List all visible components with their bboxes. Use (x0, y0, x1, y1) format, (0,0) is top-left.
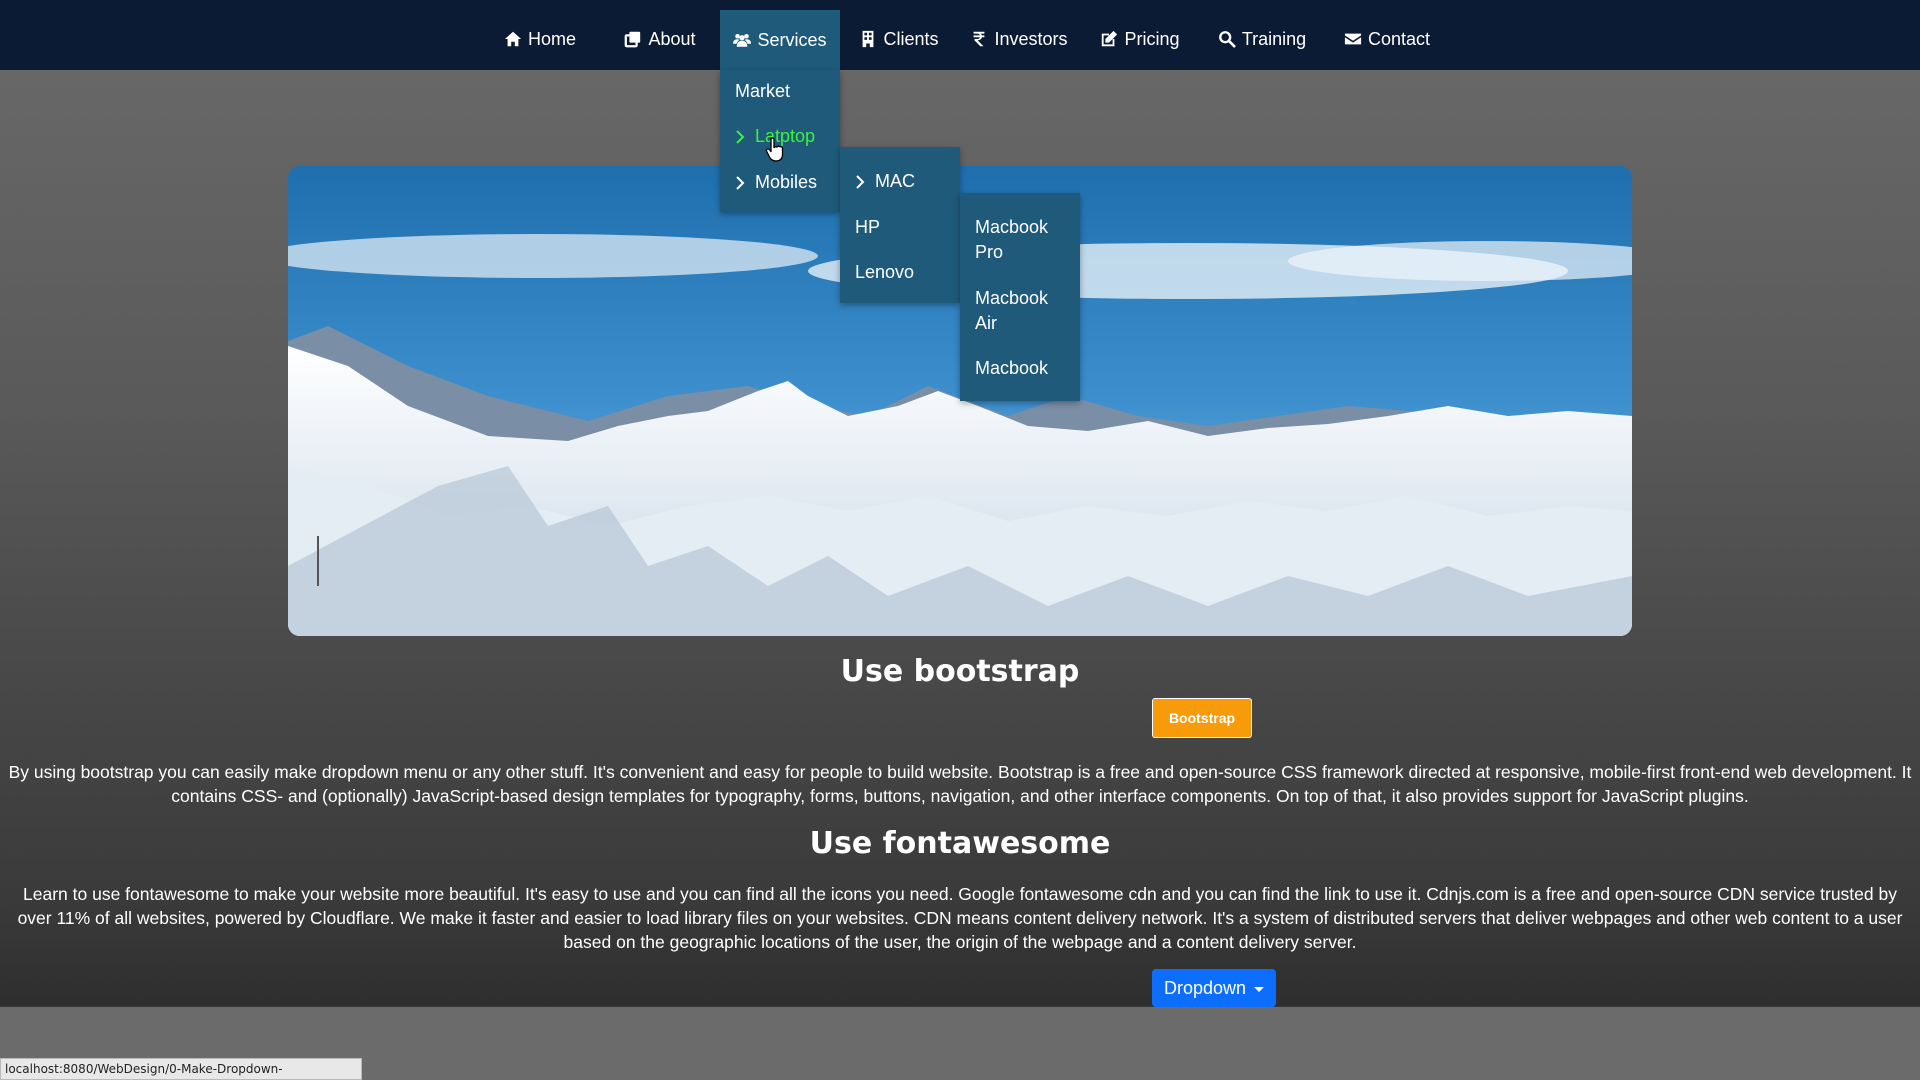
users-icon (733, 34, 752, 47)
nav-item-services[interactable]: Services (720, 10, 840, 70)
menu-item-mobiles[interactable]: Mobiles (720, 170, 840, 195)
envelope-icon (1344, 33, 1362, 45)
menu-item-label: HP (855, 217, 881, 237)
nav-item-label: Training (1241, 28, 1307, 49)
nav-item-label: About (648, 28, 696, 49)
nav-item-clients[interactable]: Clients (856, 10, 942, 68)
bootstrap-heading: Use bootstrap (840, 654, 1080, 689)
menu-item-mac[interactable]: MAC (840, 169, 960, 194)
menu-item-macbook-pro[interactable]: Macbook Pro (960, 215, 1080, 265)
menu-item-label: Macbook Pro (975, 217, 1049, 262)
menu-item-hp[interactable]: HP (840, 215, 960, 240)
menu-item-label: Latptop (755, 126, 816, 146)
nav-item-label: Pricing (1124, 28, 1180, 49)
menu-item-label: Market (735, 81, 791, 101)
menu-item-label: Macbook (975, 358, 1049, 378)
nav-item-contact[interactable]: Contact (1332, 10, 1442, 68)
chevron-right-icon (855, 169, 869, 194)
fontawesome-heading: Use fontawesome (809, 826, 1111, 861)
nav-item-label: Services (757, 29, 827, 50)
dropdown-button[interactable]: Dropdown (1152, 969, 1276, 1007)
menu-item-label: Macbook Air (975, 288, 1049, 333)
menu-item-market[interactable]: Market (720, 79, 840, 104)
fontawesome-paragraph: Learn to use fontawesome to make your we… (17, 884, 1903, 952)
dropdown-button-label: Dropdown (1163, 977, 1247, 998)
home-icon (504, 31, 522, 47)
menu-item-label: Lenovo (855, 262, 915, 282)
browser-status-url: localhost:8080/WebDesign/0-Make-Dropdown… (0, 1058, 362, 1080)
nav-item-investors[interactable]: Investors (968, 10, 1070, 68)
caret-down-icon (1254, 987, 1265, 992)
bootstrap-button[interactable]: Bootstrap (1152, 698, 1252, 738)
nav-item-about[interactable]: About (612, 10, 708, 68)
chevron-right-icon (735, 170, 749, 195)
search-icon (1218, 31, 1236, 48)
nav-list: Home About Services Clients Investors Pr… (0, 10, 1920, 70)
menu-item-label: MAC (875, 171, 915, 191)
menu-item-lenovo[interactable]: Lenovo (840, 260, 960, 285)
hand-cursor-icon (765, 137, 784, 162)
edit-icon (1102, 30, 1118, 47)
nav-item-label: Clients (883, 28, 939, 49)
nav-item-label: Investors (994, 28, 1068, 49)
menu-item-macbook-air[interactable]: Macbook Air (960, 286, 1080, 336)
nav-item-pricing[interactable]: Pricing (1092, 10, 1188, 68)
menu-item-label: Mobiles (755, 172, 818, 192)
top-navbar: Home About Services Clients Investors Pr… (0, 0, 1920, 70)
mac-submenu: Macbook Pro Macbook Air Macbook (960, 193, 1080, 401)
nav-item-label: Home (527, 28, 576, 49)
chevron-right-icon (735, 124, 749, 149)
menu-item-macbook[interactable]: Macbook (960, 356, 1080, 381)
nav-item-home[interactable]: Home (490, 10, 590, 68)
building-icon (863, 30, 874, 48)
clone-icon (625, 31, 641, 48)
nav-item-training[interactable]: Training (1210, 10, 1314, 68)
laptop-submenu: MAC HP Lenovo (840, 147, 960, 303)
rupee-icon (974, 31, 985, 47)
bootstrap-paragraph: By using bootstrap you can easily make d… (8, 762, 1912, 806)
nav-item-label: Contact (1367, 28, 1431, 49)
